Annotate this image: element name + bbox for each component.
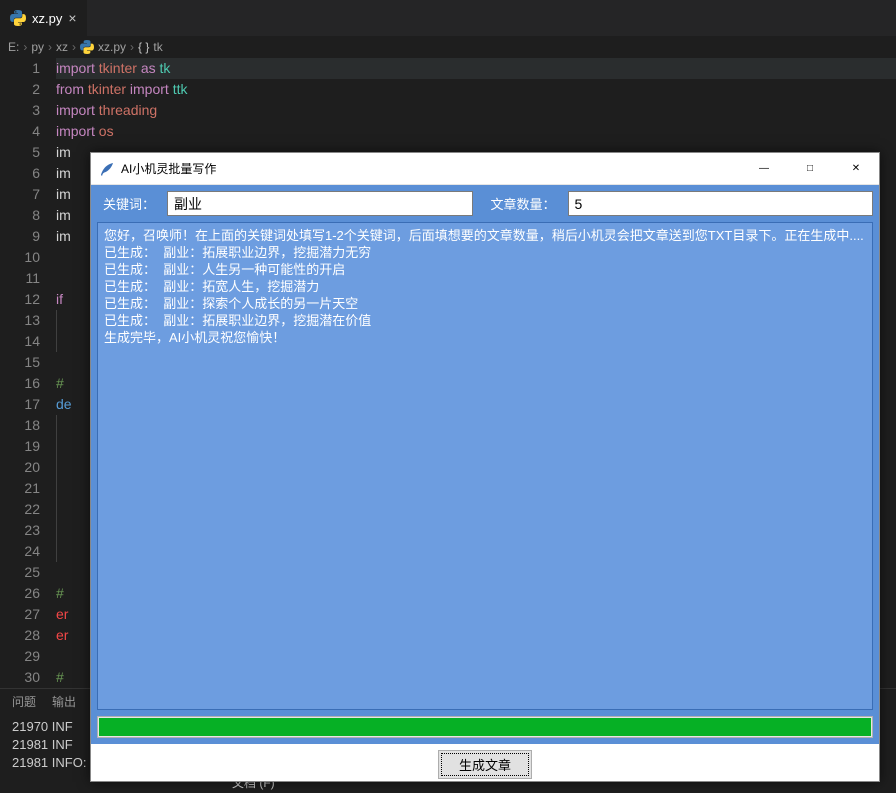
chevron-right-icon: ›	[72, 40, 76, 54]
minimize-button[interactable]: —	[741, 153, 787, 185]
panel-tab-output[interactable]: 输出	[52, 693, 76, 710]
editor-tab[interactable]: xz.py ×	[0, 0, 88, 36]
panel-tab-problems[interactable]: 问题	[12, 693, 36, 710]
keyword-input[interactable]	[167, 191, 472, 216]
input-row: 关键词： 文章数量：	[97, 191, 873, 216]
progress-fill	[99, 718, 871, 736]
tk-titlebar[interactable]: AI小机灵批量写作 — □ ✕	[91, 153, 879, 185]
breadcrumb-seg[interactable]: py	[31, 40, 44, 54]
close-icon[interactable]: ×	[68, 11, 76, 25]
breadcrumb-seg[interactable]: xz.py	[80, 40, 126, 54]
tk-body: 关键词： 文章数量： 您好，召唤师！在上面的关键词处填写1-2个关键词，后面填想…	[91, 185, 879, 744]
python-icon	[10, 10, 26, 26]
output-textarea[interactable]: 您好，召唤师！在上面的关键词处填写1-2个关键词，后面填想要的文章数量，稍后小机…	[97, 222, 873, 710]
tk-title: AI小机灵批量写作	[121, 160, 741, 177]
keyword-label: 关键词：	[97, 191, 161, 216]
count-label: 文章数量：	[485, 191, 562, 216]
chevron-right-icon: ›	[23, 40, 27, 54]
python-icon	[80, 40, 94, 54]
count-input[interactable]	[568, 191, 873, 216]
progress-bar	[97, 716, 873, 738]
maximize-button[interactable]: □	[787, 153, 833, 185]
tk-app-window: AI小机灵批量写作 — □ ✕ 关键词： 文章数量： 您好，召唤师！在上面的关键…	[90, 152, 880, 782]
generate-button[interactable]: 生成文章	[438, 750, 532, 779]
line-gutter: 1234567891011121314151617181920212223242…	[0, 58, 56, 688]
breadcrumb-seg[interactable]: E:	[8, 40, 19, 54]
chevron-right-icon: ›	[130, 40, 134, 54]
braces-icon: { }	[138, 40, 149, 54]
breadcrumb: E: › py › xz › xz.py › { } tk	[0, 36, 896, 58]
close-button[interactable]: ✕	[833, 153, 879, 185]
feather-icon	[99, 161, 115, 177]
chevron-right-icon: ›	[48, 40, 52, 54]
breadcrumb-seg[interactable]: { } tk	[138, 40, 163, 54]
editor-tab-bar: xz.py ×	[0, 0, 896, 36]
tab-filename: xz.py	[32, 11, 62, 26]
button-row: 生成文章	[91, 744, 879, 781]
breadcrumb-seg[interactable]: xz	[56, 40, 68, 54]
